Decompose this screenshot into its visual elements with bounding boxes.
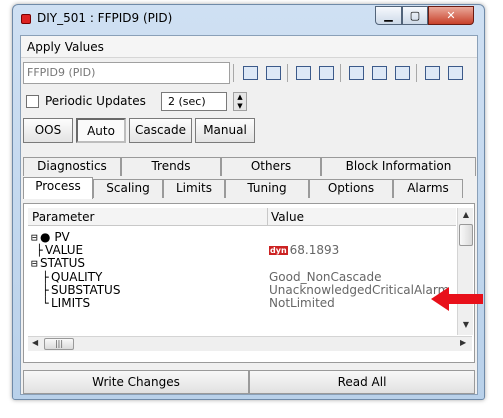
tab-diagnostics[interactable]: Diagnostics [23,157,121,176]
write-changes-button[interactable]: Write Changes [23,370,249,394]
pid-block-window: DIY_501 : FFPID9 (PID) ▁ ▢ ✕ Apply Value… [12,4,485,400]
app-icon [21,14,31,24]
list-view-icon[interactable] [421,62,442,83]
grid-header: Parameter Value [28,208,456,226]
window-title: DIY_501 : FFPID9 (PID) [37,11,173,25]
table-row[interactable]: ⊟ ● PV [28,230,456,244]
mode-cascade-button[interactable]: Cascade [129,118,192,143]
tab-process[interactable]: Process [23,177,93,199]
tab-trends[interactable]: Trends [121,157,221,176]
param-value: Good_NonCascade [269,270,382,284]
vertical-scroll-thumb[interactable] [459,224,473,246]
scroll-left-icon[interactable]: ◀ [32,338,38,347]
detail-view-icon[interactable] [444,62,465,83]
dyn-badge: dyn [269,246,288,255]
table-row[interactable]: ⊟ STATUS [28,256,456,270]
minimize-button[interactable]: ▁ [375,6,402,25]
column-divider[interactable] [267,208,268,225]
tab-limits[interactable]: Limits [163,179,225,198]
menu-apply-values[interactable]: Apply Values [27,40,104,54]
mode-oos-button[interactable]: OOS [23,118,73,143]
table-row[interactable]: ├ VALUE dyn 68.1893 [28,243,456,257]
interval-spinner[interactable]: ▲ ▼ [233,92,247,111]
toolbar-separator [340,64,341,82]
toolbar-separator [416,64,417,82]
minimize-icon: ▁ [384,9,393,22]
edit-icon[interactable] [239,62,260,83]
update-interval-text: 2 (sec) [168,95,206,108]
transfer-icon[interactable] [368,62,389,83]
tab-scaling[interactable]: Scaling [93,179,163,198]
param-name: SUBSTATUS [51,283,121,297]
palette-icon[interactable] [391,62,412,83]
param-value: 68.1893 [289,243,340,257]
param-value: NotLimited [269,296,335,310]
title-bar[interactable]: DIY_501 : FFPID9 (PID) ▁ ▢ ✕ [13,5,484,35]
trend-icon[interactable] [292,62,313,83]
vertical-scrollbar[interactable]: ▲ ▼ [457,208,473,335]
table-row[interactable]: ├ QUALITY Good_NonCascade [28,270,456,284]
update-interval-field[interactable]: 2 (sec) [161,92,227,111]
scroll-down-icon[interactable]: ▼ [458,320,474,329]
table-row[interactable]: └ LIMITS NotLimited [28,296,456,310]
periodic-updates-checkbox[interactable] [26,95,39,108]
close-icon: ✕ [446,9,456,22]
toolbar-separator [233,64,234,82]
mode-auto-button[interactable]: Auto [76,118,126,143]
param-name: PV [54,230,70,244]
horizontal-scroll-thumb[interactable]: ||| [44,338,74,350]
parameter-grid: Parameter Value ⊟ ● PV ├ VALUE dyn 68.1893 … [23,203,475,363]
compare-icon[interactable] [345,62,366,83]
close-button[interactable]: ✕ [428,6,474,25]
horizontal-scrollbar[interactable]: ◀ ||| ▶ [28,336,472,351]
spin-up-icon: ▲ [237,93,243,101]
maximize-button[interactable]: ▢ [402,6,428,25]
menu-bar: Apply Values [21,36,477,58]
periodic-updates-label: Periodic Updates [45,94,146,108]
node-bullet-icon: ● [40,230,51,244]
tab-options[interactable]: Options [309,179,393,198]
tree-end-icon: └ [42,297,49,310]
parameter-column-header[interactable]: Parameter [32,210,94,224]
param-name: QUALITY [51,270,103,284]
table-row[interactable]: ├ SUBSTATUS UnacknowledgedCriticalAlarm [28,283,456,297]
read-all-button[interactable]: Read All [249,370,475,394]
mode-manual-button[interactable]: Manual [195,118,255,143]
value-column-header[interactable]: Value [271,210,304,224]
block-tag-text: FFPID9 (PID) [27,66,96,79]
block-tag-field[interactable]: FFPID9 (PID) [23,62,230,84]
scroll-right-icon[interactable]: ▶ [460,338,466,347]
window-client: Apply Values FFPID9 (PID) Periodic Updat… [20,35,478,395]
toolbar-separator [287,64,288,82]
param-name: STATUS [40,256,86,270]
tab-alarms[interactable]: Alarms [393,179,463,198]
spin-down-icon: ▼ [237,102,243,110]
collapse-icon[interactable]: ⊟ [31,257,40,270]
chart-icon[interactable] [315,62,336,83]
param-value: UnacknowledgedCriticalAlarm [269,283,450,297]
annotation-arrow-icon [431,287,483,311]
scroll-up-icon[interactable]: ▲ [458,210,474,219]
param-name: LIMITS [51,296,91,310]
maximize-icon: ▢ [409,9,421,22]
param-name: VALUE [45,243,84,257]
tab-block-information[interactable]: Block Information [321,157,476,176]
edit-all-icon[interactable] [262,62,283,83]
tab-tuning[interactable]: Tuning [225,179,309,198]
tab-others[interactable]: Others [221,157,321,176]
